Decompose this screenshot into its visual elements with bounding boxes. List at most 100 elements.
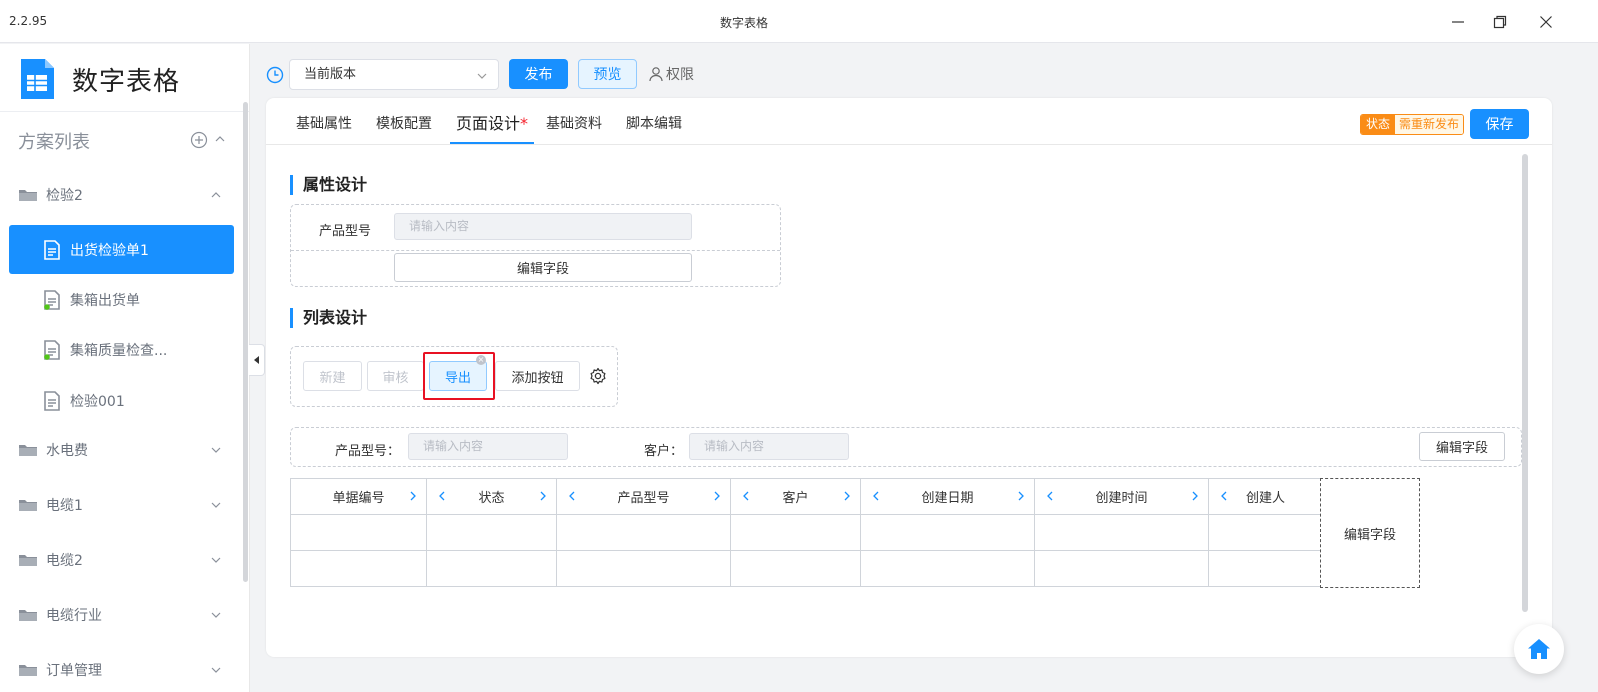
sidebar-folder-dianlan1[interactable]: 电缆1: [9, 482, 234, 528]
chevron-left-icon[interactable]: [741, 490, 751, 502]
spreadsheet-logo-icon: [21, 59, 54, 99]
filter-customer-input[interactable]: 请输入内容: [689, 433, 849, 460]
column-header[interactable]: 产品型号: [556, 478, 731, 515]
table-cell: [730, 514, 861, 551]
tab-page-design[interactable]: 页面设计*: [450, 108, 535, 144]
sidebar-item-chuhuo-jianyandan1[interactable]: 出货检验单1: [9, 225, 234, 274]
sidebar-item-label: 水电费: [46, 443, 88, 459]
list-buttons-area: 新建 审核 导出 × 添加按钮: [290, 346, 618, 407]
sidebar-item-jianyan001[interactable]: 检验001: [9, 378, 234, 424]
unsaved-marker: *: [520, 114, 529, 133]
title-bar: 2.2.95 数字表格: [0, 0, 1598, 43]
sidebar-folder-dingdan-guanli[interactable]: 订单管理: [9, 647, 234, 692]
property-design-area: 产品型号 请输入内容 编辑字段: [290, 204, 781, 287]
document-icon: [44, 340, 60, 360]
permission-label: 权限: [666, 67, 694, 83]
save-button[interactable]: 保存: [1470, 109, 1529, 139]
status-key: 状态: [1361, 115, 1396, 134]
chevron-down-icon: [211, 447, 221, 453]
tab-template-config[interactable]: 模板配置: [370, 108, 438, 144]
status-value: 需重新发布: [1395, 115, 1464, 134]
sidebar-folder-shuidianfei[interactable]: 水电费: [9, 427, 234, 473]
column-header[interactable]: 状态: [426, 478, 557, 515]
version-select[interactable]: 当前版本: [289, 59, 499, 90]
sidebar-item-jixiang-chuhuodan[interactable]: 集箱出货单: [9, 277, 234, 323]
main-card: 基础属性 模板配置 页面设计* 基础资料 脚本编辑 状态 需重新发布 保存 属性…: [266, 98, 1552, 657]
table-row: [290, 550, 1323, 587]
sidebar-item-label: 检验2: [46, 188, 83, 204]
tab-basic-data[interactable]: 基础资料: [540, 108, 608, 144]
property-edit-field-button[interactable]: 编辑字段: [394, 253, 692, 282]
gear-icon[interactable]: [589, 367, 607, 385]
column-header[interactable]: 创建时间: [1034, 478, 1209, 515]
chevron-left-icon[interactable]: [437, 490, 447, 502]
preview-button[interactable]: 预览: [578, 59, 637, 89]
product-model-input[interactable]: 请输入内容: [394, 213, 692, 240]
chevron-up-icon: [211, 192, 221, 198]
sidebar-folder-dianlan-hangye[interactable]: 电缆行业: [9, 592, 234, 638]
tab-script-edit[interactable]: 脚本编辑: [620, 108, 688, 144]
sidebar-item-label: 检验001: [70, 394, 125, 410]
column-header[interactable]: 客户: [730, 478, 861, 515]
restore-button[interactable]: [1488, 10, 1512, 34]
column-header[interactable]: 创建人: [1208, 478, 1323, 515]
sidebar-item-label: 出货检验单1: [70, 242, 149, 259]
sidebar-divider: [0, 111, 249, 112]
brand: 数字表格: [18, 56, 180, 102]
caret-left-icon: [253, 356, 259, 364]
version-select-value: 当前版本: [304, 67, 357, 82]
column-header[interactable]: 单据编号: [290, 478, 427, 515]
table-cell: [290, 550, 427, 587]
folder-icon: [19, 445, 37, 456]
column-label: 创建时间: [1095, 491, 1148, 506]
new-button[interactable]: 新建: [303, 361, 362, 391]
add-button-button[interactable]: 添加按钮: [495, 361, 580, 391]
sidebar-folder-dianlan2[interactable]: 电缆2: [9, 537, 234, 583]
column-label: 客户: [782, 491, 809, 506]
sidebar-collapse-button[interactable]: [249, 344, 265, 376]
document-icon: [44, 239, 60, 260]
sidebar: 数字表格 方案列表 检验2 出货检验单1 集箱出货单 集箱质量检查... 检验0…: [0, 44, 250, 692]
home-icon: [1528, 639, 1550, 659]
document-icon: [44, 391, 60, 411]
close-button[interactable]: [1534, 10, 1558, 34]
column-header[interactable]: 创建日期: [860, 478, 1035, 515]
publish-button[interactable]: 发布: [509, 59, 568, 89]
filter-product-model-input[interactable]: 请输入内容: [408, 433, 568, 460]
table-cell: [860, 514, 1035, 551]
list-table: 单据编号 状态 产品型号 客户 创建日期 创建时间 创建人: [290, 478, 1323, 587]
chevron-left-icon[interactable]: [1219, 490, 1229, 502]
add-circle-icon[interactable]: [190, 131, 208, 149]
sidebar-folder-jianyan2[interactable]: 检验2: [9, 172, 234, 218]
tab-basic-properties[interactable]: 基础属性: [290, 108, 358, 144]
highlight-box: [423, 352, 495, 400]
folder-icon: [19, 190, 37, 201]
chevron-right-icon[interactable]: [842, 490, 852, 502]
chevron-right-icon[interactable]: [1190, 490, 1200, 502]
column-label: 产品型号: [617, 491, 670, 506]
chevron-right-icon[interactable]: [712, 490, 722, 502]
sidebar-scrollbar[interactable]: [243, 102, 248, 582]
chevron-right-icon[interactable]: [408, 490, 418, 502]
scheme-list-header: 方案列表: [18, 129, 233, 153]
chevron-right-icon[interactable]: [538, 490, 548, 502]
chevron-right-icon[interactable]: [1016, 490, 1026, 502]
permission-link[interactable]: 权限: [648, 64, 694, 84]
main-scrollbar[interactable]: [1522, 154, 1528, 612]
list-design-title: 列表设计: [290, 308, 367, 328]
minimize-button[interactable]: [1446, 10, 1470, 34]
chevron-up-icon[interactable]: [214, 133, 226, 145]
document-icon: [44, 290, 60, 310]
chevron-left-icon[interactable]: [567, 490, 577, 502]
sidebar-item-label: 电缆2: [46, 553, 83, 569]
chevron-left-icon[interactable]: [1045, 490, 1055, 502]
filter-edit-field-button[interactable]: 编辑字段: [1419, 432, 1505, 461]
table-header-row: 单据编号 状态 产品型号 客户 创建日期 创建时间 创建人: [290, 478, 1323, 515]
clock-icon[interactable]: [266, 66, 284, 84]
review-button[interactable]: 审核: [367, 361, 424, 391]
sidebar-item-jixiang-zhiliang[interactable]: 集箱质量检查...: [9, 327, 234, 373]
chevron-down-icon: [211, 612, 221, 618]
home-button[interactable]: [1514, 624, 1564, 674]
column-edit-field-button[interactable]: 编辑字段: [1320, 478, 1420, 588]
chevron-left-icon[interactable]: [871, 490, 881, 502]
